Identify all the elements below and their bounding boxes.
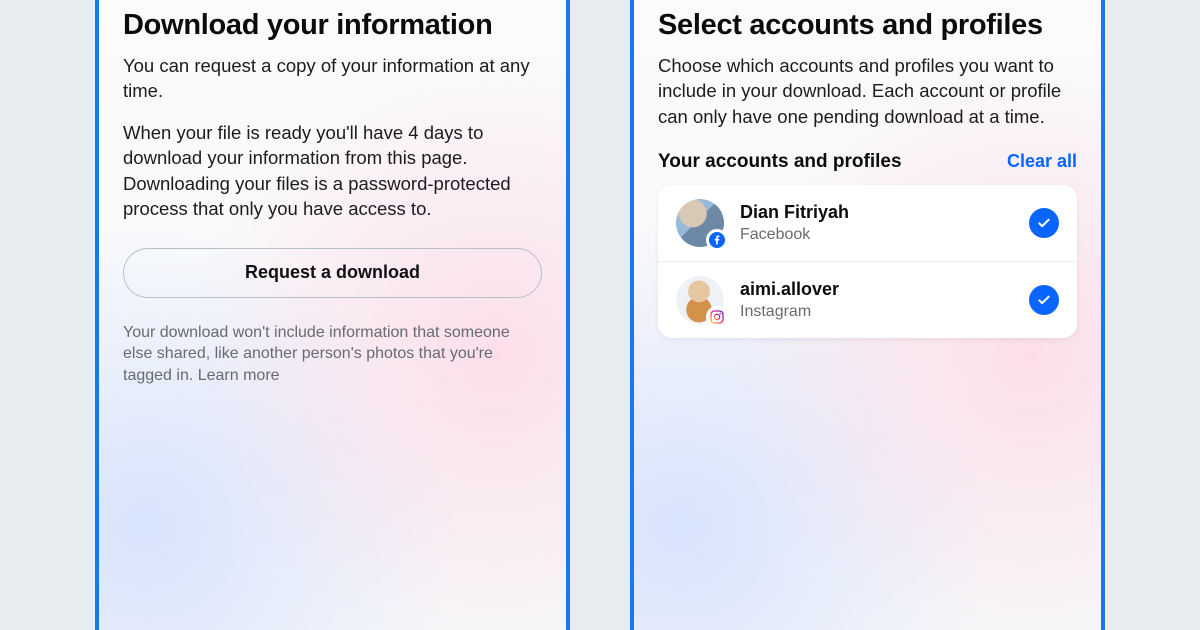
select-accounts-panel: Select accounts and profiles Choose whic… [630,0,1105,630]
request-download-button[interactable]: Request a download [123,248,542,298]
fine-print: Your download won't include information … [123,322,542,387]
account-row[interactable]: Dian Fitriyah Facebook [658,185,1077,261]
check-icon [1036,292,1052,308]
account-platform: Instagram [740,302,1013,322]
account-selected-checkbox[interactable] [1029,208,1059,238]
account-row[interactable]: aimi.allover Instagram [658,261,1077,338]
accounts-section-label: Your accounts and profiles [658,151,902,173]
instagram-badge-icon [706,306,728,328]
intro-paragraph-2: When your file is ready you'll have 4 da… [123,120,542,222]
stage: Download your information You can reques… [0,0,1200,630]
account-name: aimi.allover [740,279,1013,301]
avatar [676,276,724,324]
account-text: Dian Fitriyah Facebook [740,202,1013,246]
account-text: aimi.allover Instagram [740,279,1013,323]
check-icon [1036,215,1052,231]
fine-print-text: Your download won't include information … [123,324,510,384]
accounts-card: Dian Fitriyah Facebook aimi.allover [658,185,1077,338]
account-selected-checkbox[interactable] [1029,285,1059,315]
page-title: Download your information [123,8,542,43]
intro-paragraph: Choose which accounts and profiles you w… [658,53,1077,130]
download-info-panel: Download your information You can reques… [95,0,570,630]
account-name: Dian Fitriyah [740,202,1013,224]
accounts-section-header: Your accounts and profiles Clear all [658,151,1077,173]
learn-more-link[interactable]: Learn more [198,367,280,384]
avatar [676,199,724,247]
clear-all-link[interactable]: Clear all [1007,151,1077,172]
intro-paragraph-1: You can request a copy of your informati… [123,53,542,104]
facebook-badge-icon [706,229,728,251]
page-title: Select accounts and profiles [658,8,1077,43]
account-platform: Facebook [740,225,1013,245]
